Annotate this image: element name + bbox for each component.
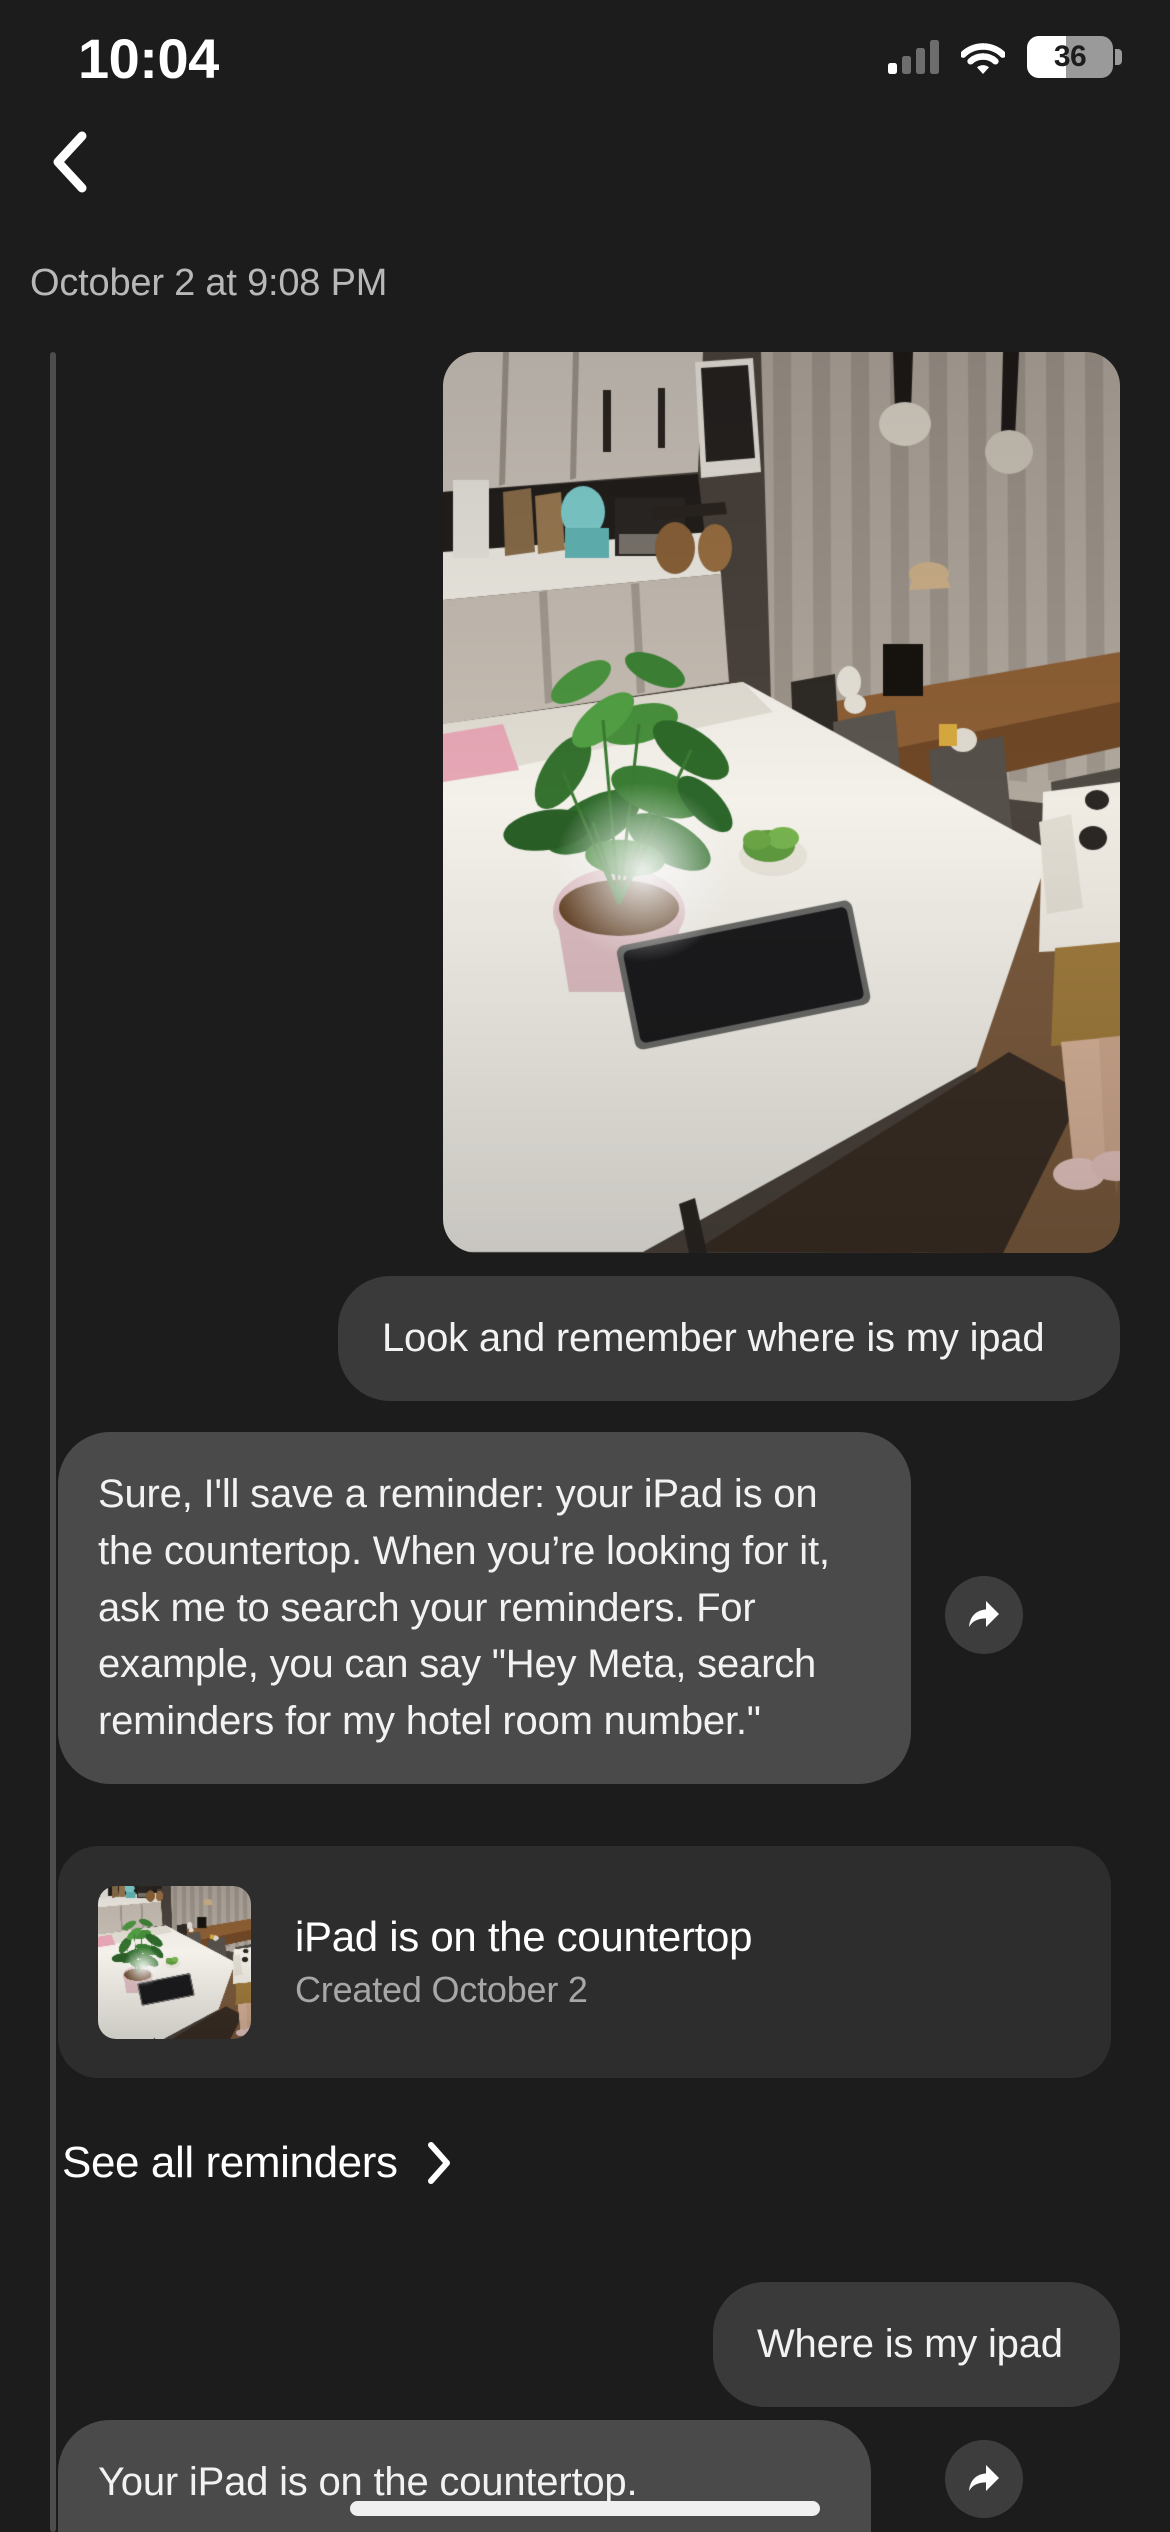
nav-bar [0,118,1170,208]
phone-screen: 10:04 36 October 2 at 9:08 PM Look and r… [0,0,1170,2532]
thread-line [50,352,56,2532]
chevron-left-icon [53,131,87,193]
share-arrow-icon [969,2465,999,2491]
share-message-button[interactable] [945,1576,1023,1654]
wifi-icon [959,40,1007,74]
cellular-bars-icon [888,40,939,74]
message-bubble-user[interactable]: Look and remember where is my ipad [338,1276,1120,1401]
conversation-date: October 2 at 9:08 PM [30,262,388,304]
message-image-attachment[interactable] [443,352,1120,1253]
status-time: 10:04 [78,27,219,90]
kitchen-photo[interactable] [443,352,1120,1253]
battery-icon: 36 [1027,36,1122,78]
reminder-card[interactable]: iPad is on the countertop Created Octobe… [58,1846,1111,2078]
reminder-card-text: iPad is on the countertop Created Octobe… [295,1913,752,2011]
message-bubble-user[interactable]: Where is my ipad [713,2282,1120,2407]
chevron-right-icon [427,2142,450,2184]
reminder-title: iPad is on the countertop [295,1913,753,1960]
battery-level: 36 [1053,40,1087,73]
see-all-reminders-label: See all reminders [62,2138,398,2187]
share-message-button[interactable] [945,2440,1023,2518]
home-indicator [350,2501,820,2516]
back-button[interactable] [30,122,110,202]
battery-cap [1115,49,1122,65]
share-arrow-icon [969,1601,999,1627]
message-bubble-assistant[interactable]: Sure, I'll save a reminder: your iPad is… [58,1432,911,1784]
status-bar: 10:04 36 [0,0,1170,118]
see-all-reminders-link[interactable]: See all reminders [62,2138,452,2188]
reminder-subtitle: Created October 2 [295,1969,588,2010]
reminder-thumbnail[interactable] [98,1885,251,2039]
status-indicators: 36 [888,36,1122,78]
